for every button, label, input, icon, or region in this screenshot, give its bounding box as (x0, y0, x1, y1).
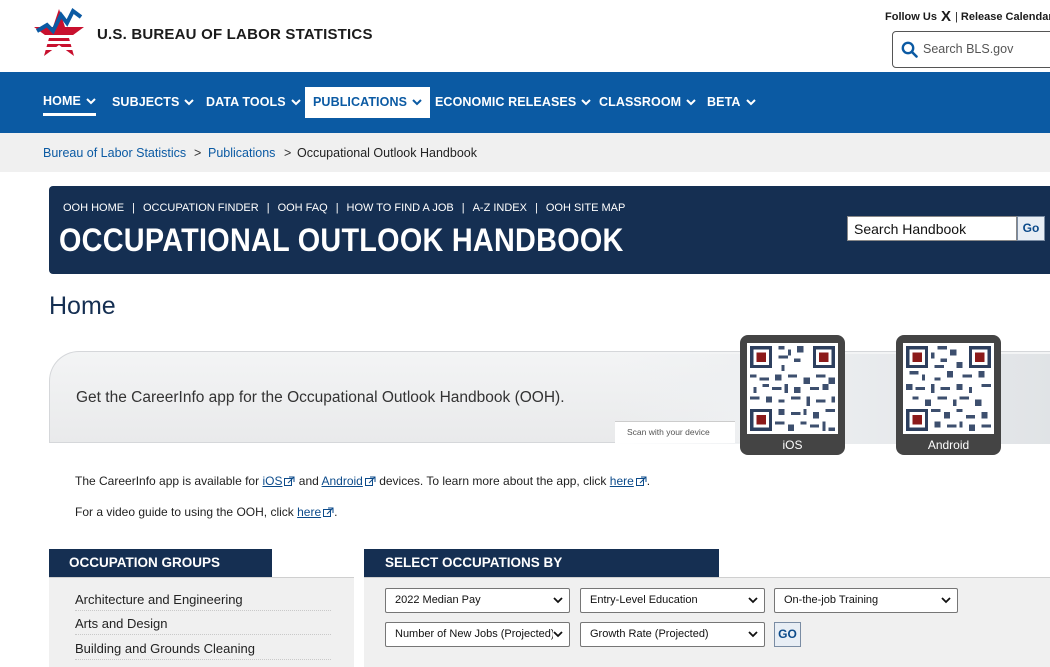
site-header: U.S. BUREAU OF LABOR STATISTICS Follow U… (0, 0, 1050, 72)
chevron-down-icon (553, 597, 563, 604)
select-value: Number of New Jobs (Projected) (395, 628, 555, 640)
breadcrumb-bls[interactable]: Bureau of Labor Statistics (43, 146, 186, 160)
ooh-title: OCCUPATIONAL OUTLOOK HANDBOOK (59, 222, 624, 258)
nav-beta-label: BETA (707, 95, 741, 109)
chevron-down-icon (686, 99, 696, 106)
bls-star-logo[interactable] (33, 7, 85, 63)
nav-home[interactable]: HOME (43, 87, 96, 116)
ooh-faq-link[interactable]: OOH FAQ (278, 202, 328, 214)
occupation-finder-link[interactable]: OCCUPATION FINDER (143, 202, 259, 214)
video-guide-here-link[interactable]: here (297, 505, 321, 519)
a-z-index-link[interactable]: A-Z INDEX (473, 202, 527, 214)
nav-beta[interactable]: BETA (707, 87, 756, 118)
nav-publications-label: PUBLICATIONS (313, 95, 408, 109)
main-nav: HOME SUBJECTS DATA TOOLS PUBLICATIONS EC… (0, 72, 1050, 133)
app-info-here-link[interactable]: here (610, 474, 634, 488)
nav-classroom-label: CLASSROOM (599, 95, 682, 109)
handbook-search-input[interactable]: Search Handbook (847, 216, 1017, 241)
page-title: Home (49, 292, 116, 320)
app-promo-text: Get the CareerInfo app for the Occupatio… (76, 389, 565, 406)
release-calendar-link[interactable]: Release Calendar (961, 11, 1050, 23)
chevron-down-icon (290, 99, 301, 106)
breadcrumb-separator: > (284, 146, 292, 160)
chevron-down-icon (748, 631, 758, 638)
nav-subjects[interactable]: SUBJECTS (112, 87, 195, 118)
video-guide-text: For a video guide to using the OOH, clic… (75, 505, 337, 519)
nav-economic-releases[interactable]: ECONOMIC RELEASES (435, 87, 592, 118)
scan-strip: Scan with your device (615, 421, 735, 443)
handbook-search-value: Search Handbook (854, 221, 967, 237)
on-the-job-training-select[interactable]: On-the-job Training (774, 588, 958, 613)
android-link[interactable]: Android (321, 474, 362, 488)
entry-level-education-select[interactable]: Entry-Level Education (580, 588, 765, 613)
new-jobs-select[interactable]: Number of New Jobs (Projected) (385, 622, 570, 647)
site-name[interactable]: U.S. BUREAU OF LABOR STATISTICS (97, 26, 373, 43)
select-occupations-heading: SELECT OCCUPATIONS BY (364, 549, 719, 577)
site-search-input[interactable]: Search BLS.gov (892, 31, 1050, 68)
scan-text: Scan with your device (627, 427, 710, 437)
ooh-site-map-link[interactable]: OOH SITE MAP (546, 202, 625, 214)
header-links: Follow Us X | Release Calendar (885, 8, 1050, 25)
nav-data-tools-label: DATA TOOLS (206, 95, 286, 109)
nav-classroom[interactable]: CLASSROOM (599, 87, 696, 118)
median-pay-select[interactable]: 2022 Median Pay (385, 588, 570, 613)
info-text: devices. To learn more about the app, cl… (375, 474, 610, 488)
info-text: . (334, 505, 338, 519)
qr-android-label: Android (927, 438, 970, 452)
external-link-icon (323, 507, 334, 517)
growth-rate-select[interactable]: Growth Rate (Projected) (580, 622, 765, 647)
occupation-group-link[interactable]: Building and Grounds Cleaning (75, 641, 331, 660)
qr-code-icon (747, 343, 838, 434)
ios-link[interactable]: iOS (262, 474, 282, 488)
select-value: On-the-job Training (784, 594, 879, 606)
select-value: 2022 Median Pay (395, 594, 481, 606)
chevron-down-icon (86, 98, 96, 105)
chevron-down-icon (941, 597, 951, 604)
chevron-down-icon (184, 99, 195, 106)
x-social-icon[interactable]: X (941, 8, 951, 25)
handbook-go-button[interactable]: Go (1017, 216, 1045, 241)
occupation-groups-panel: Architecture and Engineering Arts and De… (49, 577, 354, 667)
qr-ios-label: iOS (782, 438, 803, 452)
search-placeholder: Search BLS.gov (923, 42, 1014, 56)
app-info-text: The CareerInfo app is available for iOS … (75, 474, 650, 488)
occupation-group-link[interactable]: Architecture and Engineering (75, 592, 331, 611)
follow-us-link[interactable]: Follow Us (885, 11, 937, 23)
occupation-group-link[interactable]: Arts and Design (75, 616, 331, 635)
nav-home-label: HOME (43, 94, 81, 108)
qr-card-android[interactable]: Android (896, 335, 1001, 455)
occupation-groups-heading: OCCUPATION GROUPS (49, 549, 272, 577)
how-to-find-a-job-link[interactable]: HOW TO FIND A JOB (347, 202, 454, 214)
chevron-down-icon (412, 99, 422, 106)
nav-subjects-label: SUBJECTS (112, 95, 180, 109)
breadcrumb-publications[interactable]: Publications (208, 146, 275, 160)
ooh-subnav: OOH HOME | OCCUPATION FINDER | OOH FAQ | HOW T… (63, 202, 626, 214)
ooh-banner: OOH HOME | OCCUPATION FINDER | OOH FAQ | HOW T… (49, 186, 1050, 274)
ooh-home-link[interactable]: OOH HOME (63, 202, 124, 214)
info-text: For a video guide to using the OOH, clic… (75, 505, 298, 519)
nav-publications[interactable]: PUBLICATIONS (305, 87, 431, 118)
chevron-down-icon (745, 99, 756, 106)
go-button[interactable]: GO (774, 622, 801, 647)
breadcrumb-current: Occupational Outlook Handbook (297, 146, 477, 160)
breadcrumb-separator: > (194, 146, 202, 160)
search-icon (901, 41, 918, 58)
external-link-icon (364, 476, 376, 486)
external-link-icon (635, 476, 647, 486)
info-text: and (295, 474, 322, 488)
qr-code-icon (903, 343, 994, 434)
external-link-icon (284, 476, 295, 486)
chevron-down-icon (553, 631, 563, 638)
info-text: . (646, 474, 651, 488)
nav-economic-releases-label: ECONOMIC RELEASES (435, 95, 577, 109)
chevron-down-icon (581, 99, 592, 106)
chevron-down-icon (748, 597, 758, 604)
select-value: Entry-Level Education (590, 594, 698, 606)
qr-card-ios[interactable]: iOS (740, 335, 845, 455)
nav-data-tools[interactable]: DATA TOOLS (206, 87, 301, 118)
breadcrumb: Bureau of Labor Statistics > Publication… (0, 133, 1050, 172)
select-value: Growth Rate (Projected) (590, 628, 709, 640)
info-text: The CareerInfo app is available for (75, 474, 263, 488)
